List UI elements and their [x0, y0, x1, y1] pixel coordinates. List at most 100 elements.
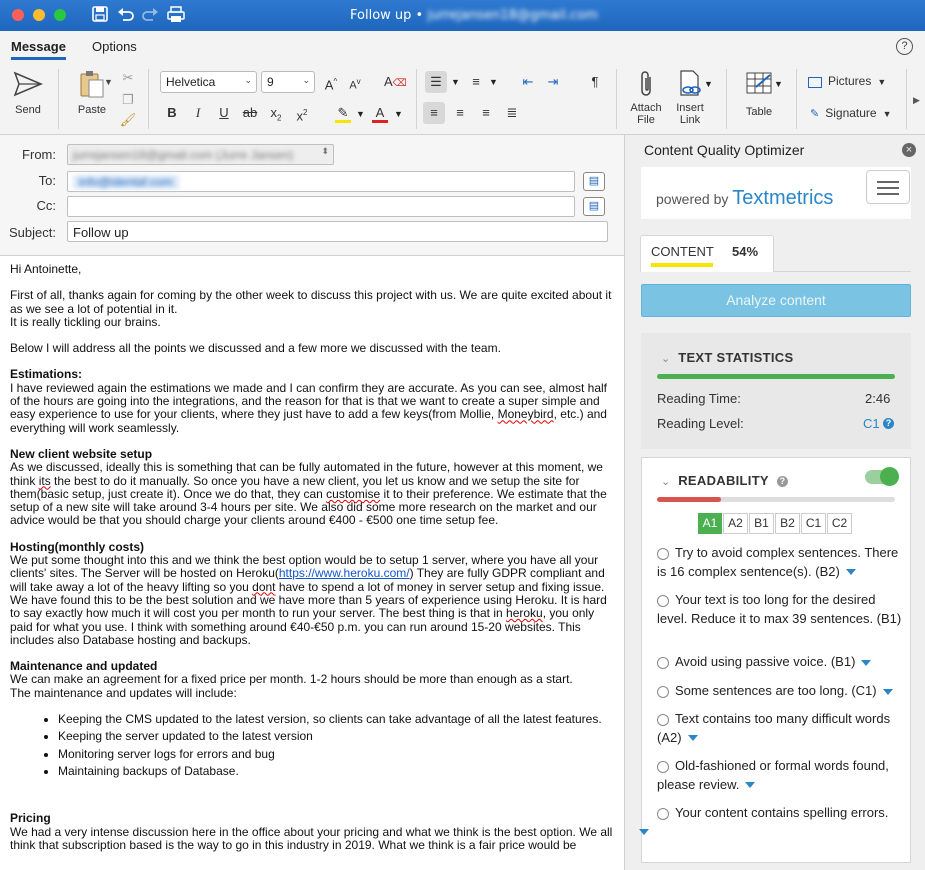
chevron-down-icon[interactable]: ▼	[104, 77, 113, 87]
chevron-down-icon[interactable]: ▼	[394, 109, 403, 119]
analyze-content-button[interactable]: Analyze content	[641, 284, 911, 317]
save-icon[interactable]	[92, 6, 108, 27]
pilcrow-icon[interactable]: ¶	[584, 71, 606, 93]
close-icon[interactable]: ×	[902, 143, 916, 157]
pictures-button[interactable]: Pictures ▼	[808, 75, 900, 88]
email-body[interactable]: Hi Antoinette, First of all, thanks agai…	[10, 262, 615, 865]
expand-icon[interactable]	[882, 688, 893, 695]
radio-button[interactable]	[657, 548, 669, 560]
insert-link-button[interactable]: Insert Link	[670, 69, 710, 126]
radio-button[interactable]	[657, 595, 669, 607]
section-maintenance: Maintenance and updated We can make an ag…	[10, 659, 615, 778]
minimize-window-button[interactable]	[33, 9, 45, 21]
level-b1[interactable]: B1	[749, 513, 774, 534]
help-icon[interactable]: ?	[776, 476, 788, 488]
radio-button[interactable]	[657, 808, 669, 820]
ribbon-overflow-icon[interactable]: ▶	[913, 95, 920, 106]
justify-icon[interactable]: ≣	[501, 102, 523, 124]
text-statistics-header[interactable]: ⌄ TEXT STATISTICS	[661, 350, 925, 365]
strikethrough-icon[interactable]: ab	[239, 102, 261, 124]
subscript-icon[interactable]: x2	[265, 102, 287, 124]
radio-button[interactable]	[657, 761, 669, 773]
bullets-icon[interactable]: ☰	[425, 71, 447, 93]
expand-icon[interactable]	[861, 659, 872, 666]
expand-icon[interactable]	[845, 569, 856, 576]
subject-label: Subject:	[9, 225, 56, 240]
chevron-down-icon[interactable]: ▼	[704, 79, 713, 89]
radio-button[interactable]	[657, 657, 669, 669]
shrink-font-icon[interactable]: Av	[344, 71, 366, 93]
chevron-down-icon: ⌄	[661, 353, 671, 365]
radio-button[interactable]	[657, 686, 669, 698]
decrease-indent-icon[interactable]: ⇤	[517, 71, 539, 93]
content-score-bar	[651, 263, 713, 267]
level-c1[interactable]: C1	[801, 513, 826, 534]
readability-issue[interactable]: Your text is too long for the desired le…	[657, 591, 907, 628]
scissors-icon[interactable]: ✂	[117, 67, 139, 89]
clear-formatting-icon[interactable]: A⌫	[384, 71, 407, 93]
print-icon[interactable]	[167, 6, 185, 28]
expand-icon[interactable]	[745, 782, 756, 789]
align-center-icon[interactable]: ≡	[449, 102, 471, 124]
list-item: Monitoring server logs for errors and bu…	[58, 747, 615, 761]
font-family-select[interactable]: Helvetica ⌄	[160, 71, 257, 93]
menu-icon[interactable]	[866, 170, 910, 204]
underline-icon[interactable]: U	[213, 102, 235, 124]
send-button[interactable]: Send	[8, 69, 48, 116]
align-left-icon[interactable]: ≡	[423, 102, 445, 124]
level-b2[interactable]: B2	[775, 513, 800, 534]
radio-button[interactable]	[657, 714, 669, 726]
font-size-select[interactable]: 9 ⌄	[261, 71, 315, 93]
align-right-icon[interactable]: ≡	[475, 102, 497, 124]
help-icon[interactable]: ?	[883, 418, 894, 429]
from-value: jurrejansen18@gmail.com (Jurre Jansen)	[73, 148, 294, 162]
zoom-window-button[interactable]	[54, 9, 66, 21]
chevron-down-icon[interactable]: ▼	[774, 79, 783, 89]
tab-content[interactable]: CONTENT 54%	[640, 235, 774, 272]
tab-options[interactable]: Options	[92, 39, 137, 54]
ribbon-tabs: Message Options ?	[0, 31, 925, 63]
expand-icon[interactable]	[687, 735, 698, 742]
from-select[interactable]: jurrejansen18@gmail.com (Jurre Jansen) ⬍	[67, 144, 334, 165]
readability-score-bar	[657, 497, 721, 502]
readability-issue[interactable]: Some sentences are too long. (C1)	[657, 682, 907, 701]
address-book-icon[interactable]: ▤	[583, 172, 605, 191]
grow-font-icon[interactable]: A^	[320, 71, 342, 93]
copy-icon[interactable]: ❐	[117, 89, 139, 111]
level-c2[interactable]: C2	[827, 513, 852, 534]
attach-file-button[interactable]: Attach File	[626, 69, 666, 126]
format-painter-icon[interactable]: 🖌	[117, 109, 139, 131]
readability-issue[interactable]: Try to avoid complex sentences. There is…	[657, 544, 907, 581]
table-button[interactable]: Table	[736, 69, 782, 118]
close-window-button[interactable]	[12, 9, 24, 21]
undo-icon[interactable]	[117, 6, 135, 27]
bold-icon[interactable]: B	[161, 102, 183, 124]
superscript-icon[interactable]: x2	[291, 102, 313, 124]
to-field[interactable]: info@identaf.com	[67, 171, 575, 192]
chevron-down-icon[interactable]: ▼	[489, 77, 498, 87]
font-color-icon[interactable]: A	[369, 102, 391, 124]
cc-field[interactable]	[67, 196, 575, 217]
numbering-icon[interactable]: ≡	[465, 71, 487, 93]
readability-issue[interactable]: Avoid using passive voice. (B1)	[657, 653, 907, 672]
signature-button[interactable]: ✎ Signature ▼	[810, 107, 902, 120]
redo-icon[interactable]	[141, 6, 159, 27]
heroku-link[interactable]: https://www.heroku.com/	[279, 566, 410, 580]
italic-icon[interactable]: I	[187, 102, 209, 124]
highlighter-icon[interactable]: ✎	[332, 102, 354, 124]
pictures-label: Pictures	[828, 74, 872, 88]
readability-issue[interactable]: Old-fashioned or formal words found, ple…	[657, 757, 907, 794]
readability-toggle[interactable]	[865, 467, 899, 486]
chevron-down-icon[interactable]: ▼	[451, 77, 460, 87]
level-a1[interactable]: A1	[698, 513, 722, 534]
expand-icon[interactable]	[639, 829, 649, 836]
tab-message[interactable]: Message	[11, 39, 66, 60]
readability-issue[interactable]: Your content contains spelling errors.	[639, 804, 907, 841]
help-icon[interactable]: ?	[896, 38, 913, 55]
readability-issue[interactable]: Text contains too many difficult words (…	[657, 710, 907, 747]
address-book-icon[interactable]: ▤	[583, 197, 605, 216]
subject-field[interactable]: Follow up	[67, 221, 608, 242]
increase-indent-icon[interactable]: ⇥	[542, 71, 564, 93]
chevron-down-icon[interactable]: ▼	[356, 109, 365, 119]
level-a2[interactable]: A2	[723, 513, 748, 534]
